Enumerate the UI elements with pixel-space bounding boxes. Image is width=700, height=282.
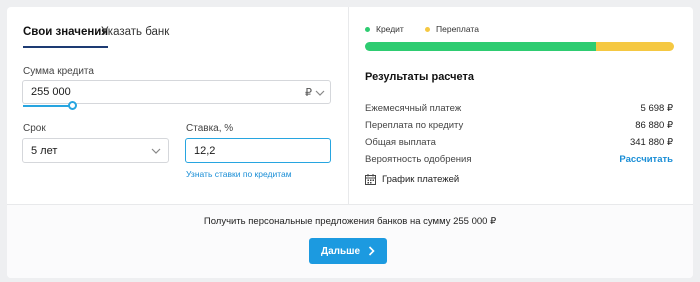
result-label: Вероятность одобрения <box>365 154 472 165</box>
credit-calculator-card: Свои значения Указать банк Сумма кредита… <box>7 7 693 278</box>
amount-input[interactable]: 255 000 ₽ <box>22 80 331 104</box>
result-label: Переплата по кредиту <box>365 120 464 131</box>
tab-own-values[interactable]: Свои значения <box>23 26 109 48</box>
result-row-approval: Вероятность одобрения Рассчитать <box>365 154 673 165</box>
result-row-total: Общая выплата 341 880 ₽ <box>365 137 673 148</box>
result-value: 86 880 ₽ <box>635 120 673 131</box>
currency-symbol: ₽ <box>305 87 312 99</box>
results-panel: Кредит Переплата Результаты расчета Ежем… <box>349 7 693 204</box>
legend-credit: Кредит <box>365 24 404 34</box>
results-title: Результаты расчета <box>365 71 475 83</box>
chevron-down-icon <box>315 90 325 96</box>
calendar-icon <box>365 174 376 185</box>
input-panel: Свои значения Указать банк Сумма кредита… <box>7 7 348 204</box>
amount-value: 255 000 <box>31 86 71 98</box>
credit-overpay-bar <box>365 42 674 51</box>
chevron-right-icon <box>368 246 375 256</box>
next-button-label: Дальше <box>320 245 361 257</box>
legend-overpay-label: Переплата <box>436 24 479 34</box>
chevron-down-icon <box>151 148 161 154</box>
result-row-monthly: Ежемесячный платеж 5 698 ₽ <box>365 103 673 114</box>
offer-text: Получить персональные предложения банков… <box>203 216 497 227</box>
rate-input[interactable]: 12,2 <box>185 138 331 163</box>
tab-choose-bank[interactable]: Указать банк <box>101 26 169 48</box>
legend-credit-label: Кредит <box>376 24 404 34</box>
rates-link[interactable]: Узнать ставки по кредитам <box>186 169 292 179</box>
next-button[interactable]: Дальше <box>309 238 387 264</box>
payment-schedule-link[interactable]: График платежей <box>365 174 459 185</box>
rate-label: Ставка, % <box>186 123 234 134</box>
result-label: Общая выплата <box>365 137 436 148</box>
amount-slider-track <box>23 105 71 107</box>
term-label: Срок <box>23 123 46 134</box>
result-label: Ежемесячный платеж <box>365 103 462 114</box>
bar-overpay-segment <box>595 42 674 51</box>
payment-schedule-label: График платежей <box>382 174 460 185</box>
amount-slider-handle[interactable] <box>68 101 77 110</box>
overpay-dot-icon <box>425 26 430 32</box>
legend-overpay: Переплата <box>425 24 479 34</box>
bottom-panel: Получить персональные предложения банков… <box>7 205 693 278</box>
calculate-link[interactable]: Рассчитать <box>619 154 673 165</box>
result-value: 341 880 ₽ <box>629 137 673 148</box>
rate-value: 12,2 <box>194 144 216 157</box>
amount-label: Сумма кредита <box>23 66 94 77</box>
credit-dot-icon <box>365 26 370 32</box>
result-value: 5 698 ₽ <box>640 103 673 114</box>
term-select[interactable]: 5 лет <box>22 138 169 163</box>
bar-credit-segment <box>365 42 596 51</box>
result-row-overpay: Переплата по кредиту 86 880 ₽ <box>365 120 673 131</box>
term-value: 5 лет <box>31 144 58 157</box>
